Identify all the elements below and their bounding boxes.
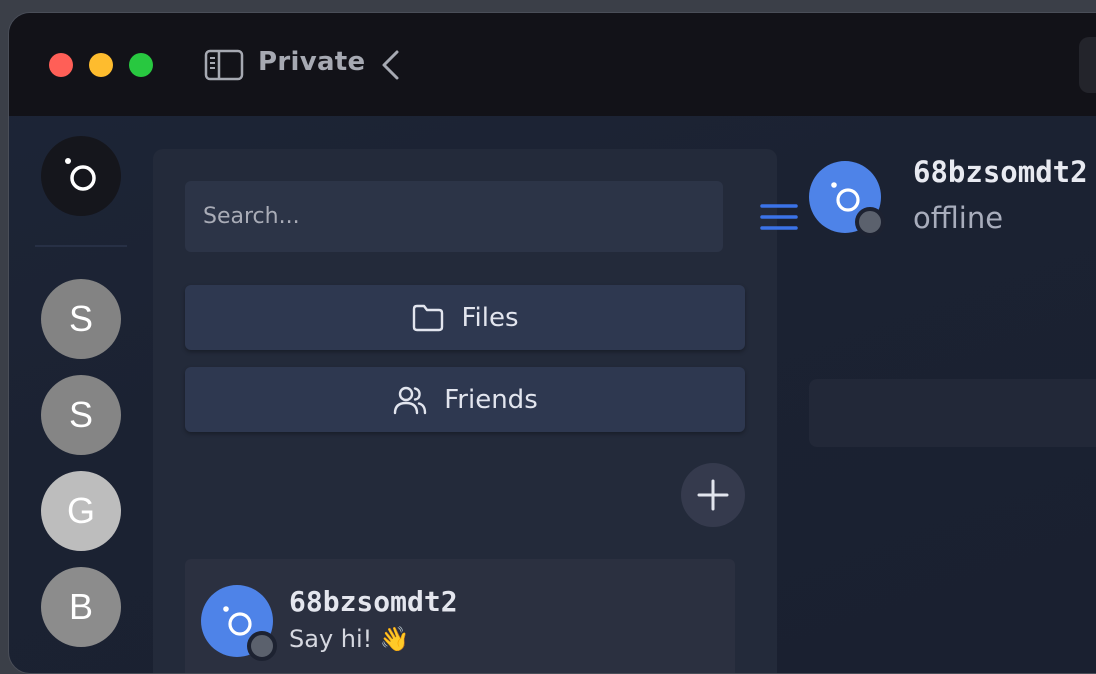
chevron-left-icon[interactable]	[377, 49, 403, 81]
chat-list-item[interactable]: 68bzsomdt2 Say hi! 👋	[185, 559, 735, 673]
avatar-letter: S	[68, 394, 93, 435]
maximize-window-button[interactable]	[129, 53, 153, 77]
rail-divider	[35, 245, 127, 247]
close-window-button[interactable]	[49, 53, 73, 77]
server-rail: S S G B	[9, 116, 153, 673]
minimize-window-button[interactable]	[89, 53, 113, 77]
sidebar-toggle-icon[interactable]	[204, 49, 244, 81]
avatar-letter: B	[68, 586, 93, 627]
chat-preview: Say hi! 👋	[289, 625, 410, 653]
app-logo-icon[interactable]	[41, 136, 121, 216]
offline-status-dot	[247, 631, 277, 661]
rail-avatar[interactable]: S	[41, 375, 121, 455]
app-window: Private S S G B Search... Files Friends …	[8, 12, 1096, 674]
chat-list-panel: Files Friends	[153, 149, 798, 673]
chat-name: 68bzsomdt2	[289, 585, 458, 618]
friends-label: Friends	[444, 384, 538, 415]
plus-icon	[697, 479, 729, 511]
avatar-letter: G	[66, 490, 95, 531]
friends-button[interactable]: Friends	[185, 367, 745, 432]
files-button[interactable]: Files	[185, 285, 745, 350]
folder-icon	[413, 304, 444, 331]
conversation-banner	[809, 379, 1096, 447]
avatar-letter: S	[68, 298, 93, 339]
toolbar-button[interactable]	[1079, 37, 1096, 93]
offline-status-dot	[855, 207, 885, 237]
files-label: Files	[461, 302, 519, 333]
conversation-status: offline	[913, 201, 1004, 235]
conversation-name: 68bzsomdt2	[913, 155, 1088, 189]
rail-avatar[interactable]: S	[41, 279, 121, 359]
hamburger-menu-icon[interactable]	[759, 201, 799, 233]
add-chat-button[interactable]	[681, 463, 745, 527]
title-bar: Private	[9, 13, 1096, 116]
rail-avatar[interactable]: G	[41, 471, 121, 551]
users-icon	[394, 386, 427, 414]
window-title: Private	[258, 47, 366, 77]
search-input[interactable]	[185, 181, 723, 252]
rail-avatar[interactable]: B	[41, 567, 121, 647]
